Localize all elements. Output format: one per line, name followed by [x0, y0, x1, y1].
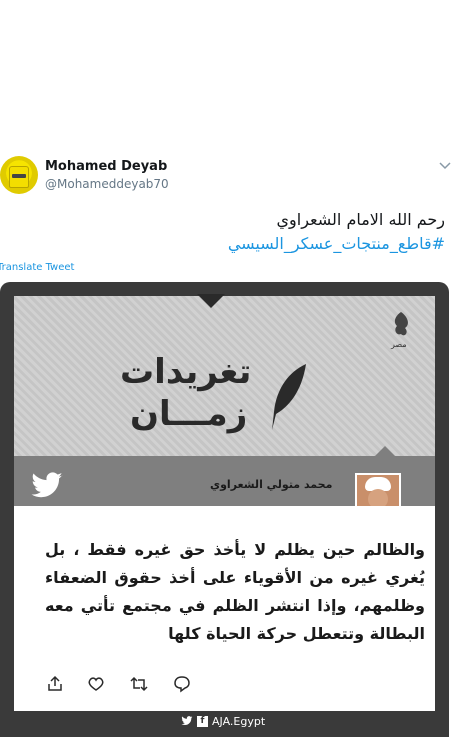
card-footer: f AJA.Egypt: [181, 712, 265, 730]
share-icon: [45, 674, 65, 694]
hashtag-link[interactable]: #قاطع_منتجات_عسكر_السيسي: [5, 232, 445, 256]
footer-handle: AJA.Egypt: [212, 714, 266, 728]
twitter-bird-icon: [30, 472, 64, 500]
avatar-shirt-print: [12, 174, 26, 178]
tweet-image-card[interactable]: مصر تغريدات زمـــان محمد متولي الشعراوي …: [0, 282, 449, 737]
retweet-icon: [129, 674, 149, 694]
quote-text: والظالم حين يظلم لا يأخذ حق غيره فقط ، ب…: [45, 540, 425, 643]
tweet-header: Mohamed Deyab @Mohameddeyab70: [0, 152, 453, 202]
bar-notch: [373, 446, 397, 458]
card-actions: [0, 674, 449, 700]
card-title-line1: تغريدات: [120, 352, 252, 392]
heart-icon: [86, 674, 106, 694]
chevron-down-icon[interactable]: [438, 158, 452, 172]
author-handle[interactable]: @Mohameddeyab70: [45, 177, 169, 191]
author-name[interactable]: Mohamed Deyab: [45, 159, 167, 174]
tweet-text: رحم الله الامام الشعراوي #قاطع_منتجات_عس…: [5, 208, 445, 256]
down-triangle-icon: [197, 294, 225, 308]
quote-author: محمد متولي الشعراوي: [210, 478, 333, 491]
reply-icon: [172, 674, 192, 694]
card-title-line2: زمـــان: [130, 394, 248, 434]
facebook-icon: f: [197, 715, 208, 727]
brand-text: مصر: [391, 340, 407, 349]
translate-tweet-link[interactable]: Translate Tweet: [0, 262, 74, 273]
feather-quill-icon: [268, 362, 310, 432]
twitter-bird-small-icon: [181, 716, 193, 725]
tweet-text-line: رحم الله الامام الشعراوي: [276, 210, 445, 229]
avatar[interactable]: [0, 156, 38, 194]
